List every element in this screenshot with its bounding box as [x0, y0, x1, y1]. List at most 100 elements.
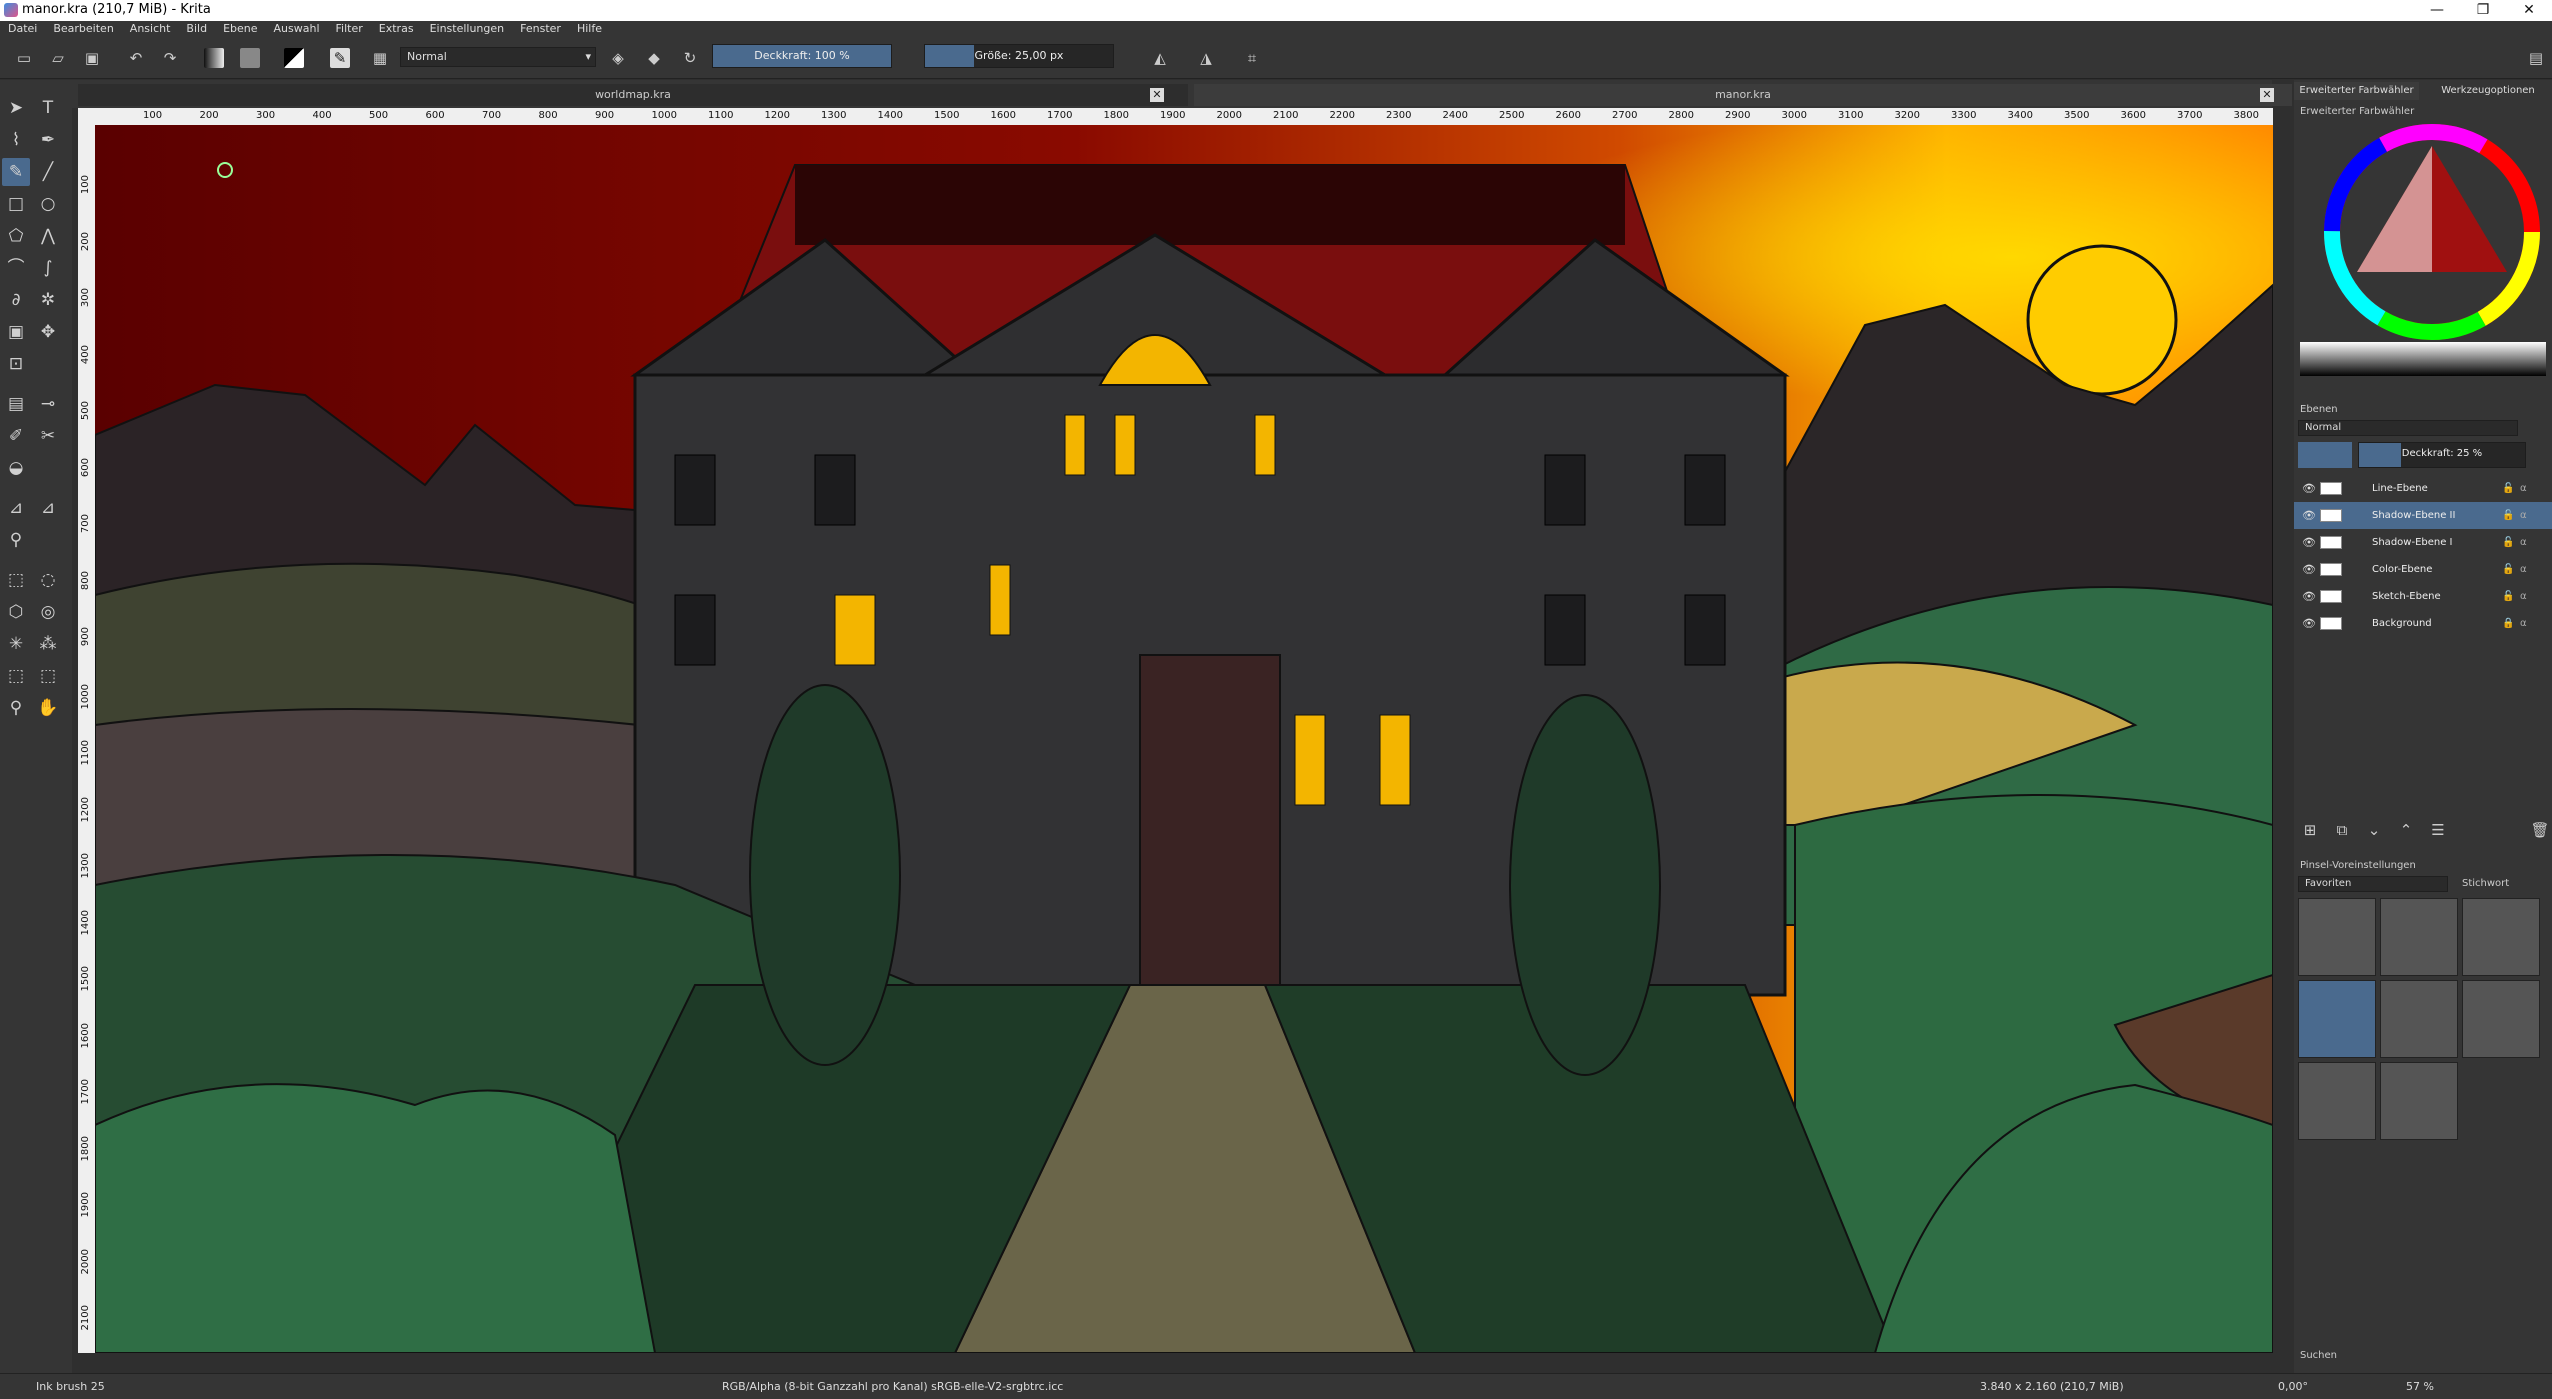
- reload-preset-icon[interactable]: ↻: [680, 48, 700, 68]
- gradient-icon[interactable]: [204, 48, 224, 68]
- freehand-brush-icon[interactable]: ✎: [2, 158, 30, 186]
- alpha-icon[interactable]: α: [2520, 502, 2527, 529]
- eye-icon[interactable]: 👁: [2302, 610, 2316, 637]
- smart-patch-icon[interactable]: ✂: [34, 422, 62, 450]
- close-tab-manor-icon[interactable]: ✕: [2260, 88, 2274, 102]
- brush-preset-tile[interactable]: [2380, 980, 2458, 1058]
- move-tool-icon[interactable]: ✥: [34, 318, 62, 346]
- save-icon[interactable]: ▣: [82, 48, 102, 68]
- size-slider[interactable]: Größe: 25,00 px: [924, 44, 1114, 68]
- menu-filter[interactable]: Filter: [328, 21, 371, 35]
- eye-icon[interactable]: 👁: [2302, 475, 2316, 502]
- layer-properties-icon[interactable]: ☰: [2428, 820, 2448, 840]
- preserve-alpha-icon[interactable]: ◆: [644, 48, 664, 68]
- alpha-icon[interactable]: α: [2520, 610, 2527, 637]
- brush-preset-tile[interactable]: [2462, 980, 2540, 1058]
- pan-tool-icon[interactable]: ✋: [34, 694, 62, 722]
- fg-bg-color-icon[interactable]: [284, 48, 304, 68]
- transform-tool-icon[interactable]: ▣: [2, 318, 30, 346]
- menu-bild[interactable]: Bild: [178, 21, 215, 35]
- alpha-icon[interactable]: α: [2520, 529, 2527, 556]
- brush-filter-select[interactable]: Favoriten: [2298, 876, 2448, 892]
- layer-row[interactable]: 👁 Shadow-Ebene II 🔓 α: [2294, 502, 2552, 529]
- dynamic-brush-icon[interactable]: ∂: [2, 286, 30, 314]
- lock-icon[interactable]: 🔓: [2502, 583, 2514, 610]
- menu-einstellungen[interactable]: Einstellungen: [422, 21, 513, 35]
- alpha-icon[interactable]: α: [2520, 475, 2527, 502]
- menu-fenster[interactable]: Fenster: [512, 21, 569, 35]
- tab-color-selector[interactable]: Erweiterter Farbwähler: [2294, 82, 2419, 100]
- new-document-icon[interactable]: ▭: [14, 48, 34, 68]
- rectangle-tool-icon[interactable]: □: [2, 190, 30, 218]
- wrap-around-icon[interactable]: ⌗: [1242, 48, 1262, 68]
- undo-icon[interactable]: ↶: [126, 48, 146, 68]
- layer-blend-select[interactable]: Normal: [2298, 420, 2518, 436]
- line-tool-icon[interactable]: ╱: [34, 158, 62, 186]
- color-picker-icon[interactable]: ⊸: [34, 390, 62, 418]
- zoom-tool-icon[interactable]: ⚲: [2, 694, 30, 722]
- brush-preset-icon[interactable]: ✎: [330, 48, 350, 68]
- brush-preset-tile[interactable]: [2298, 1062, 2376, 1140]
- freehand-select-icon[interactable]: ◎: [34, 598, 62, 626]
- fill-tool-icon[interactable]: ◒: [2, 454, 30, 482]
- menu-ebene[interactable]: Ebene: [215, 21, 265, 35]
- menu-auswahl[interactable]: Auswahl: [266, 21, 328, 35]
- brush-tag-label[interactable]: Stichwort: [2462, 878, 2509, 889]
- lock-icon[interactable]: 🔓: [2502, 556, 2514, 583]
- alpha-icon[interactable]: α: [2520, 583, 2527, 610]
- layer-row[interactable]: 👁 Color-Ebene 🔓 α: [2294, 556, 2552, 583]
- colorize-mask-icon[interactable]: ✐: [2, 422, 30, 450]
- magnetic-select-icon[interactable]: ⬚: [34, 662, 62, 690]
- ellipse-select-icon[interactable]: ◌: [34, 566, 62, 594]
- brush-preset-tile[interactable]: [2462, 898, 2540, 976]
- gradient-tool-icon[interactable]: ▤: [2, 390, 30, 418]
- color-wheel[interactable]: [2322, 122, 2542, 342]
- move-up-icon[interactable]: ⌃: [2396, 820, 2416, 840]
- menu-extras[interactable]: Extras: [371, 21, 422, 35]
- docker-toggle-icon[interactable]: ▤: [2526, 48, 2546, 68]
- lock-icon[interactable]: 🔓: [2502, 475, 2514, 502]
- brush-preset-tile[interactable]: [2298, 898, 2376, 976]
- freehand-path-icon[interactable]: ∫: [34, 254, 62, 282]
- mirror-vertical-icon[interactable]: ◮: [1196, 48, 1216, 68]
- bezier-select-icon[interactable]: ⬚: [2, 662, 30, 690]
- value-strip[interactable]: [2300, 342, 2546, 376]
- redo-icon[interactable]: ↷: [160, 48, 180, 68]
- calligraphy-icon[interactable]: ✒: [34, 126, 62, 154]
- select-shape-icon[interactable]: ➤: [2, 94, 30, 122]
- canvas[interactable]: [95, 125, 2273, 1353]
- measure-tool-icon[interactable]: ⊿: [2, 494, 30, 522]
- multibrush-icon[interactable]: ✲: [34, 286, 62, 314]
- move-down-icon[interactable]: ⌄: [2364, 820, 2384, 840]
- menu-datei[interactable]: Datei: [0, 21, 45, 35]
- eye-icon[interactable]: 👁: [2302, 502, 2316, 529]
- brush-preset-tile[interactable]: [2380, 898, 2458, 976]
- open-folder-icon[interactable]: ▱: [48, 48, 68, 68]
- delete-layer-icon[interactable]: 🗑: [2530, 820, 2550, 840]
- lock-icon[interactable]: 🔓: [2502, 502, 2514, 529]
- layer-row[interactable]: 👁 Shadow-Ebene I 🔓 α: [2294, 529, 2552, 556]
- rect-select-icon[interactable]: ⬚: [2, 566, 30, 594]
- polyline-tool-icon[interactable]: ⋀: [34, 222, 62, 250]
- eye-icon[interactable]: 👁: [2302, 583, 2316, 610]
- menu-ansicht[interactable]: Ansicht: [122, 21, 179, 35]
- eye-icon[interactable]: 👁: [2302, 556, 2316, 583]
- polygon-select-icon[interactable]: ⬡: [2, 598, 30, 626]
- brush-preset-tile[interactable]: [2298, 980, 2376, 1058]
- eye-icon[interactable]: 👁: [2302, 529, 2316, 556]
- close-tab-worldmap-icon[interactable]: ✕: [1150, 88, 1164, 102]
- contiguous-select-icon[interactable]: ✳: [2, 630, 30, 658]
- brush-search-label[interactable]: Suchen: [2300, 1350, 2337, 1361]
- tab-manor[interactable]: manor.kra: [1194, 84, 2292, 106]
- pattern-icon[interactable]: [240, 48, 260, 68]
- workspace-grid-icon[interactable]: ▦: [370, 48, 390, 68]
- alpha-icon[interactable]: α: [2520, 556, 2527, 583]
- layer-row[interactable]: 👁 Background 🔒 α: [2294, 610, 2552, 637]
- ellipse-tool-icon[interactable]: ○: [34, 190, 62, 218]
- layer-row[interactable]: 👁 Sketch-Ebene 🔓 α: [2294, 583, 2552, 610]
- eraser-mode-icon[interactable]: ◈: [608, 48, 628, 68]
- reference-tool-icon[interactable]: ⚲: [2, 526, 30, 554]
- add-layer-icon[interactable]: ⊞: [2300, 820, 2320, 840]
- crop-tool-icon[interactable]: ⊡: [2, 350, 30, 378]
- brush-preset-tile[interactable]: [2380, 1062, 2458, 1140]
